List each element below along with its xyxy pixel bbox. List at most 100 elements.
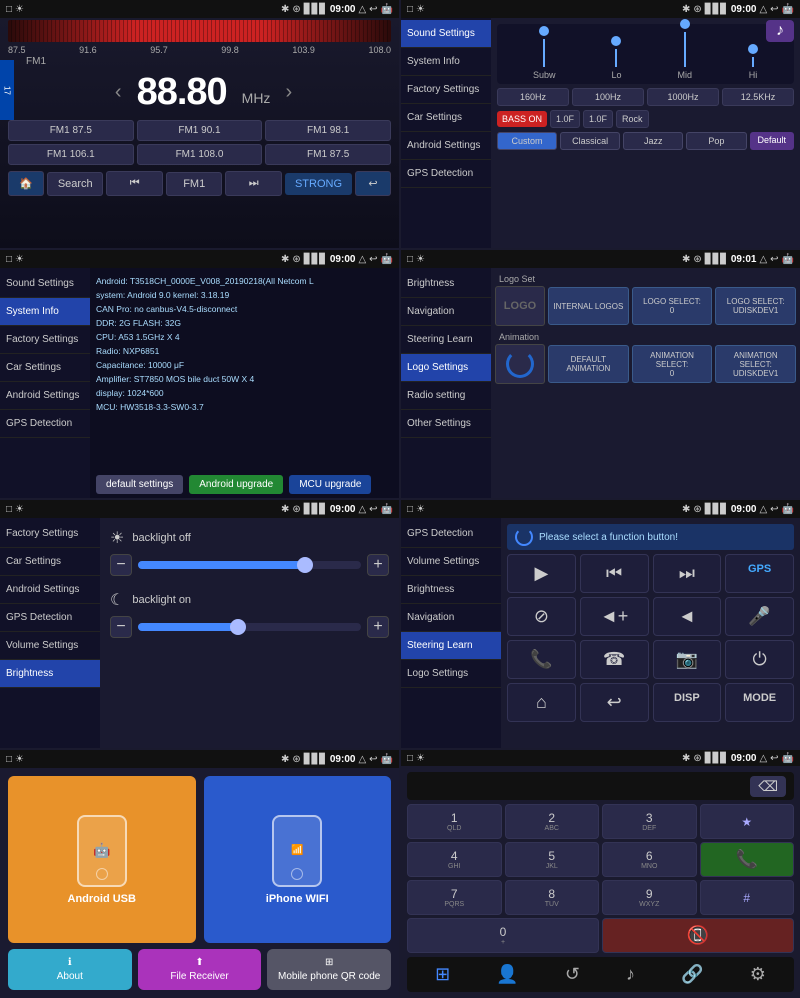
audio-icon-button[interactable]: ♪ <box>766 20 794 42</box>
bs-car[interactable]: Car Settings <box>0 548 100 576</box>
play-button[interactable]: ▶ <box>507 554 576 593</box>
default-animation-button[interactable]: DEFAULT ANIMATION <box>548 345 629 383</box>
power-button[interactable]: ⏻ <box>725 640 794 679</box>
camera-button[interactable]: 📷 <box>653 640 722 679</box>
link-icon-button[interactable]: 🔗 <box>673 962 711 987</box>
st-volume[interactable]: Volume Settings <box>401 548 501 576</box>
si-sound[interactable]: Sound Settings <box>0 270 90 298</box>
vol-down-button[interactable]: ◄+ <box>580 597 649 636</box>
contacts-icon-button[interactable]: 👤 <box>488 962 526 987</box>
sidebar-sound-settings[interactable]: Sound Settings <box>401 20 491 48</box>
preset-custom[interactable]: Custom <box>497 132 557 150</box>
ls-logo[interactable]: Logo Settings <box>401 354 491 382</box>
backspace-button[interactable]: ⌫ <box>750 776 786 797</box>
preset-pop[interactable]: Pop <box>686 132 746 150</box>
vol-mute-button[interactable]: ◄ <box>653 597 722 636</box>
backlight-off-decrease[interactable]: − <box>110 554 132 576</box>
key-7[interactable]: 7PQRS <box>407 880 502 915</box>
hangup-button-keypad[interactable]: 📵 <box>602 918 794 953</box>
st-gps[interactable]: GPS Detection <box>401 520 501 548</box>
preset-jazz[interactable]: Jazz <box>623 132 683 150</box>
internal-logos-button[interactable]: INTERNAL LOGOS <box>548 287 629 325</box>
logo-select-0[interactable]: LOGO SELECT:0 <box>632 287 713 325</box>
preset-4[interactable]: FM1 106.1 <box>8 144 134 165</box>
bs-gps[interactable]: GPS Detection <box>0 604 100 632</box>
prev-track-button[interactable]: ⏮ <box>580 554 649 593</box>
preset-5[interactable]: FM1 108.0 <box>137 144 263 165</box>
sidebar-system-info[interactable]: System Info <box>401 48 491 76</box>
home-button-steering[interactable]: ⌂ <box>507 683 576 722</box>
android-usb-card[interactable]: 🤖 Android USB <box>8 776 196 943</box>
preset-6[interactable]: FM1 87.5 <box>265 144 391 165</box>
preset-classical[interactable]: Classical <box>560 132 620 150</box>
mcu-upgrade-button[interactable]: MCU upgrade <box>289 475 371 494</box>
back-button[interactable]: ↩ <box>355 171 391 196</box>
key-star[interactable]: ★ <box>700 804 795 839</box>
ls-other[interactable]: Other Settings <box>401 410 491 438</box>
band-button[interactable]: FM1 <box>166 172 222 196</box>
disp-button[interactable]: DISP <box>653 683 722 722</box>
bs-android[interactable]: Android Settings <box>0 576 100 604</box>
key-2[interactable]: 2ABC <box>505 804 600 839</box>
st-steering[interactable]: Steering Learn <box>401 632 501 660</box>
back-button-steering[interactable]: ↩ <box>580 683 649 722</box>
android-upgrade-button[interactable]: Android upgrade <box>189 475 283 494</box>
sidebar-gps-detection[interactable]: GPS Detection <box>401 160 491 188</box>
ls-steering[interactable]: Steering Learn <box>401 326 491 354</box>
music-icon-button[interactable]: ♪ <box>618 962 643 987</box>
si-gps[interactable]: GPS Detection <box>0 410 90 438</box>
backlight-on-handle[interactable] <box>230 619 246 635</box>
about-button[interactable]: ℹ About <box>8 949 132 990</box>
freq-160hz[interactable]: 160Hz <box>497 88 569 106</box>
st-navigation[interactable]: Navigation <box>401 604 501 632</box>
default-button[interactable]: Default <box>750 132 795 150</box>
bass-rock[interactable]: Rock <box>616 110 649 128</box>
si-android[interactable]: Android Settings <box>0 382 90 410</box>
preset-1[interactable]: FM1 87.5 <box>8 120 134 141</box>
search-button[interactable]: Search <box>47 172 103 196</box>
ls-brightness[interactable]: Brightness <box>401 270 491 298</box>
backlight-on-decrease[interactable]: − <box>110 616 132 638</box>
key-3[interactable]: 3DEF <box>602 804 697 839</box>
logo-select-udisk[interactable]: LOGO SELECT:UDISKDEV1 <box>715 287 796 325</box>
preset-2[interactable]: FM1 90.1 <box>137 120 263 141</box>
next-track-button[interactable]: ⏭ <box>653 554 722 593</box>
bass-1f-1[interactable]: 1.0F <box>550 110 580 128</box>
key-9[interactable]: 9WXYZ <box>602 880 697 915</box>
backlight-off-increase[interactable]: + <box>367 554 389 576</box>
mute-button[interactable]: ⊘ <box>507 597 576 636</box>
backlight-on-increase[interactable]: + <box>367 616 389 638</box>
bs-volume[interactable]: Volume Settings <box>0 632 100 660</box>
next-button[interactable]: ⏭ <box>225 171 281 196</box>
sidebar-car-settings[interactable]: Car Settings <box>401 104 491 132</box>
key-5[interactable]: 5JKL <box>505 842 600 877</box>
anim-select-0[interactable]: ANIMATION SELECT:0 <box>632 345 713 383</box>
bass-1f-2[interactable]: 1.0F <box>583 110 613 128</box>
bass-on-button[interactable]: BASS ON <box>497 111 547 127</box>
call-button-keypad[interactable]: 📞 <box>700 842 795 877</box>
freq-100hz[interactable]: 100Hz <box>572 88 644 106</box>
ls-radio[interactable]: Radio setting <box>401 382 491 410</box>
backlight-off-handle[interactable] <box>297 557 313 573</box>
call-button[interactable]: 📞 <box>507 640 576 679</box>
sidebar-android-settings[interactable]: Android Settings <box>401 132 491 160</box>
key-4[interactable]: 4GHI <box>407 842 502 877</box>
home-button[interactable]: 🏠 <box>8 171 44 196</box>
keypad-icon-button[interactable]: ⊞ <box>427 962 458 987</box>
anim-select-udisk[interactable]: ANIMATION SELECT:UDISKDEV1 <box>715 345 796 383</box>
sidebar-factory-settings[interactable]: Factory Settings <box>401 76 491 104</box>
bs-factory[interactable]: Factory Settings <box>0 520 100 548</box>
si-sysinfo[interactable]: System Info <box>0 298 90 326</box>
st-brightness[interactable]: Brightness <box>401 576 501 604</box>
mode-button[interactable]: MODE <box>725 683 794 722</box>
key-0[interactable]: 0+ <box>407 918 599 953</box>
backlight-on-track[interactable] <box>138 623 361 631</box>
freq-125khz[interactable]: 12.5KHz <box>722 88 794 106</box>
freq-up-button[interactable]: › <box>285 81 292 104</box>
key-6[interactable]: 6MNO <box>602 842 697 877</box>
si-car[interactable]: Car Settings <box>0 354 90 382</box>
file-receiver-button[interactable]: ⬆ File Receiver <box>138 949 262 990</box>
key-8[interactable]: 8TUV <box>505 880 600 915</box>
ls-navigation[interactable]: Navigation <box>401 298 491 326</box>
si-factory[interactable]: Factory Settings <box>0 326 90 354</box>
